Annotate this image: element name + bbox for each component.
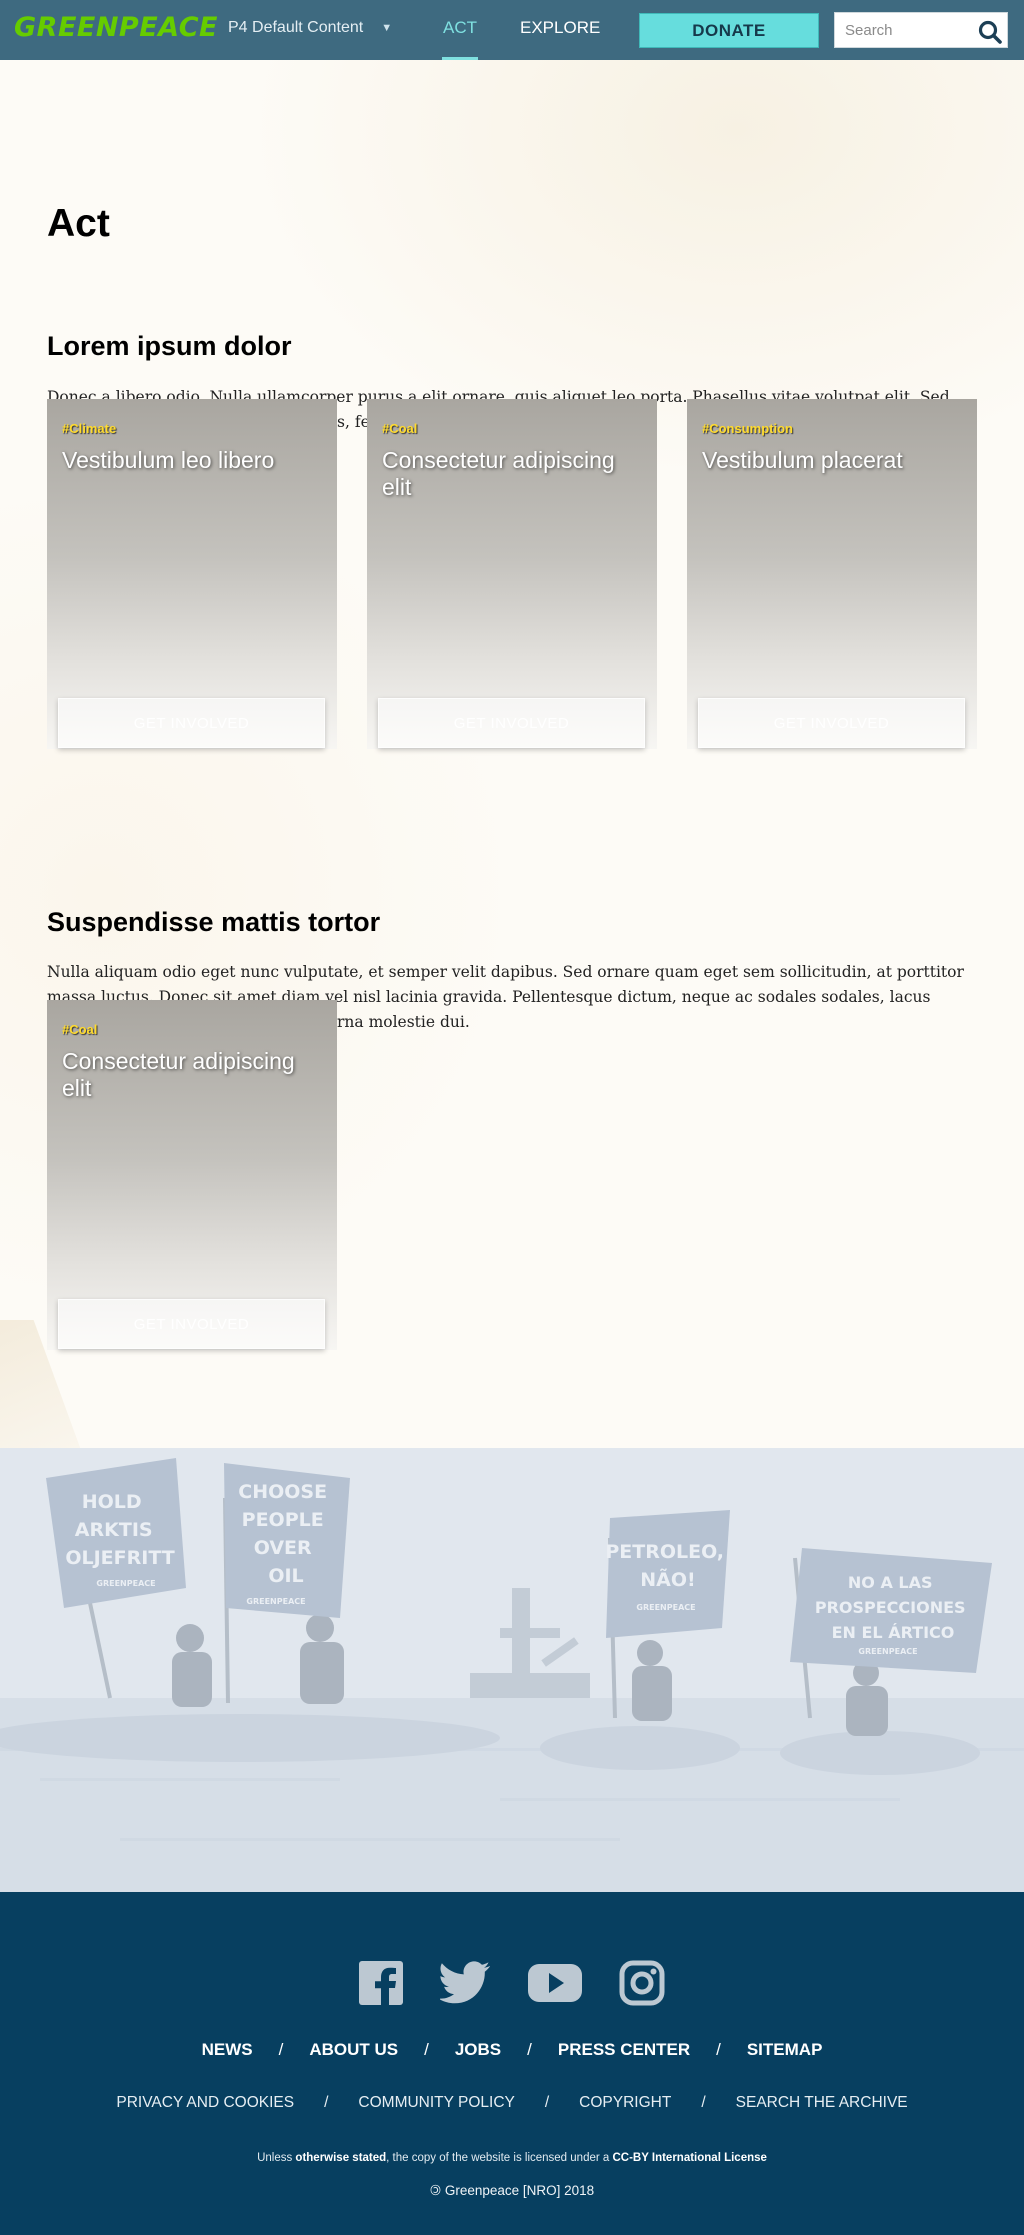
link-separator: / (716, 2040, 721, 2059)
campaign-card[interactable]: #Consumption Vestibulum placerat GET INV… (687, 399, 977, 749)
card-tag[interactable]: #Consumption (702, 421, 793, 436)
footer-link-search-archive[interactable]: SEARCH THE ARCHIVE (736, 2094, 908, 2112)
link-separator: / (701, 2094, 706, 2111)
otherwise-stated-link[interactable]: otherwise stated (295, 2152, 386, 2164)
copyright-notice: 🄯 Greenpeace [NRO] 2018 (0, 2179, 1024, 2199)
link-separator: / (278, 2040, 284, 2059)
nav-act-link[interactable]: ACT (442, 18, 478, 60)
link-separator: / (324, 2094, 329, 2111)
section-title: Suspendisse mattis tortor (47, 907, 381, 937)
footer-link-jobs[interactable]: JOBS (455, 2040, 501, 2060)
footer-link-copyright[interactable]: COPYRIGHT (579, 2094, 671, 2112)
protest-kayak-photo: HOLD ARKTIS OLJEFRITT CHOOSE PEOPLE OVER… (0, 1448, 1024, 1892)
photo-illustration: HOLD ARKTIS OLJEFRITT CHOOSE PEOPLE OVER… (0, 1448, 1024, 1892)
copyleft-icon: 🄯 (429, 2183, 442, 2198)
campaign-card[interactable]: #Climate Vestibulum leo libero GET INVOL… (47, 399, 337, 749)
copyright-text: Greenpeace [NRO] 2018 (444, 2183, 595, 2198)
license-notice: Unless otherwise stated, the copy of the… (0, 2152, 1024, 2164)
site-selector-label: P4 Default Content (228, 19, 364, 36)
get-involved-button[interactable]: GET INVOLVED (58, 1299, 325, 1349)
cc-by-license-link[interactable]: CC-BY International License (612, 2152, 766, 2164)
nav-explore-link[interactable]: EXPLORE (520, 18, 600, 38)
card-title[interactable]: Vestibulum leo libero (62, 447, 322, 474)
youtube-icon[interactable] (527, 1960, 583, 2011)
twitter-icon[interactable] (438, 1960, 492, 2011)
site-footer: NEWS / ABOUT US / JOBS / PRESS CENTER / … (0, 1892, 1024, 2235)
greenpeace-logo[interactable]: GREENPEACE (14, 12, 218, 43)
site-selector-dropdown[interactable]: P4 Default Content ▼ (228, 19, 392, 37)
search-input[interactable] (835, 15, 965, 45)
footer-link-about-us[interactable]: ABOUT US (309, 2040, 398, 2060)
link-separator: / (424, 2040, 429, 2059)
card-tag[interactable]: #Coal (62, 1022, 97, 1037)
facebook-icon[interactable] (358, 1960, 404, 2011)
campaign-card[interactable]: #Coal Consectetur adipiscing elit GET IN… (367, 399, 657, 749)
card-tag[interactable]: #Climate (62, 421, 116, 436)
campaign-card[interactable]: #Coal Consectetur adipiscing elit GET IN… (47, 1000, 337, 1350)
license-text: Unless (257, 2152, 296, 2164)
donate-button[interactable]: DONATE (639, 13, 819, 48)
footer-link-community-policy[interactable]: COMMUNITY POLICY (358, 2094, 514, 2112)
card-tag[interactable]: #Coal (382, 421, 417, 436)
footer-link-press-center[interactable]: PRESS CENTER (558, 2040, 690, 2060)
chevron-down-icon: ▼ (381, 22, 393, 34)
get-involved-button[interactable]: GET INVOLVED (378, 698, 645, 748)
link-separator: / (527, 2040, 532, 2059)
social-links (0, 1960, 1024, 2010)
footer-main-links: NEWS / ABOUT US / JOBS / PRESS CENTER / … (0, 2040, 1024, 2060)
search-icon[interactable] (977, 19, 1003, 45)
instagram-icon[interactable] (619, 1960, 665, 2011)
footer-link-privacy[interactable]: PRIVACY AND COOKIES (116, 2094, 294, 2112)
footer-link-news[interactable]: NEWS (202, 2040, 253, 2060)
card-title[interactable]: Consectetur adipiscing elit (382, 447, 642, 501)
card-title[interactable]: Vestibulum placerat (702, 447, 962, 474)
section-title: Lorem ipsum dolor (47, 331, 292, 361)
get-involved-button[interactable]: GET INVOLVED (698, 698, 965, 748)
search-box (834, 12, 1008, 48)
main-content: Act Lorem ipsum dolor Donec a libero odi… (0, 60, 1024, 1448)
page-title: Act (47, 202, 110, 245)
footer-secondary-links: PRIVACY AND COOKIES / COMMUNITY POLICY /… (0, 2094, 1024, 2112)
get-involved-button[interactable]: GET INVOLVED (58, 698, 325, 748)
card-title[interactable]: Consectetur adipiscing elit (62, 1048, 322, 1102)
top-navigation-bar: GREENPEACE P4 Default Content ▼ ACT EXPL… (0, 0, 1024, 60)
footer-link-sitemap[interactable]: SITEMAP (747, 2040, 823, 2060)
license-text: , the copy of the website is licensed un… (386, 2152, 613, 2164)
link-separator: / (544, 2094, 550, 2111)
